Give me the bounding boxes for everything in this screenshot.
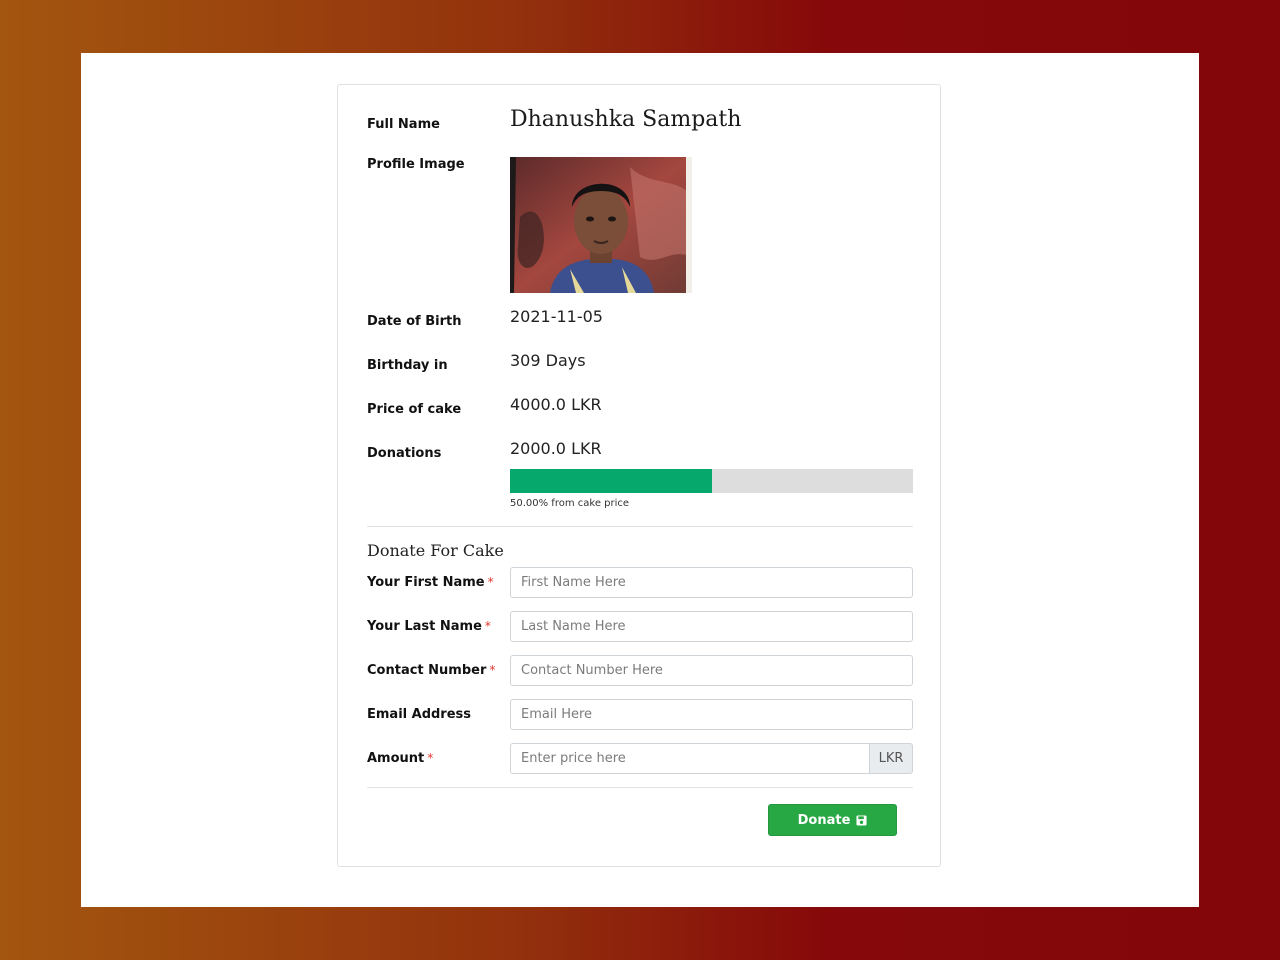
amount-input[interactable] — [510, 743, 870, 774]
donate-section-title: Donate For Cake — [367, 541, 504, 560]
required-mark: * — [487, 575, 494, 589]
required-mark: * — [427, 751, 434, 765]
amount-input-group: LKR — [510, 743, 913, 774]
email-label: Email Address — [367, 707, 472, 722]
last-name-label: Your Last Name * — [367, 619, 491, 634]
last-name-label-text: Your Last Name — [367, 619, 482, 634]
divider — [367, 787, 913, 788]
donation-progress-fill — [510, 469, 712, 493]
full-name-label: Full Name — [367, 117, 440, 132]
full-name-value: Dhanushka Sampath — [510, 107, 742, 132]
contact-label-text: Contact Number — [367, 663, 487, 678]
profile-image-label: Profile Image — [367, 157, 465, 172]
profile-image — [510, 157, 692, 293]
required-mark: * — [489, 663, 496, 677]
divider — [367, 526, 913, 527]
save-icon — [856, 814, 867, 826]
first-name-label-text: Your First Name — [367, 575, 485, 590]
email-input[interactable] — [510, 699, 913, 730]
first-name-input[interactable] — [510, 567, 913, 598]
dob-label: Date of Birth — [367, 314, 462, 329]
donate-button[interactable]: Donate — [768, 804, 897, 836]
donation-card: Full Name Dhanushka Sampath Profile Imag… — [337, 84, 941, 867]
price-label: Price of cake — [367, 402, 462, 417]
amount-label: Amount * — [367, 751, 433, 766]
amount-label-text: Amount — [367, 751, 425, 766]
price-value: 4000.0 LKR — [510, 395, 602, 414]
currency-addon: LKR — [869, 743, 913, 774]
dob-value: 2021-11-05 — [510, 307, 603, 326]
progress-note: 50.00% from cake price — [510, 498, 630, 509]
donate-button-label: Donate — [797, 812, 851, 828]
donations-label: Donations — [367, 446, 442, 461]
required-mark: * — [484, 619, 491, 633]
contact-label: Contact Number * — [367, 663, 495, 678]
birthday-in-value: 309 Days — [510, 351, 586, 370]
page-panel: Full Name Dhanushka Sampath Profile Imag… — [81, 53, 1199, 907]
donations-value: 2000.0 LKR — [510, 439, 602, 458]
profile-photo-illustration — [510, 157, 692, 293]
last-name-input[interactable] — [510, 611, 913, 642]
first-name-label: Your First Name * — [367, 575, 494, 590]
donation-progress-bar — [510, 469, 913, 493]
birthday-in-label: Birthday in — [367, 358, 448, 373]
contact-number-input[interactable] — [510, 655, 913, 686]
